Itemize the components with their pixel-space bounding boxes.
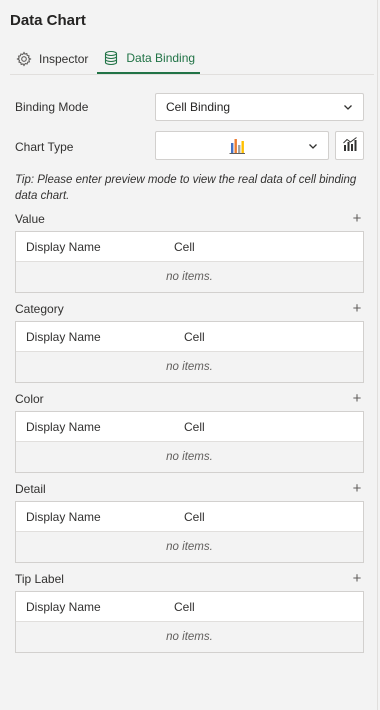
section-category-header: Category + [15,301,364,317]
grid-header: Display Name Cell [16,232,363,262]
tip-label-grid: Display Name Cell no items. [15,591,364,653]
empty-message: no items. [16,622,363,652]
chevron-down-icon [308,141,318,151]
category-grid: Display Name Cell no items. [15,321,364,383]
gear-icon [15,50,33,68]
section-tip-label-header: Tip Label + [15,571,364,587]
display-name-column-header: Display Name [26,599,101,614]
tab-data-binding[interactable]: Data Binding [97,44,201,74]
cell-column-header: Cell [184,509,205,524]
bar-chart-icon [166,137,308,155]
panel-title: Data Chart [10,12,86,29]
section-label: Value [15,212,45,226]
cell-column-header: Cell [174,599,195,614]
data-chart-panel: Data Chart Inspector Data Binding Bindin… [0,0,378,710]
chevron-down-icon [343,102,353,112]
add-icon[interactable]: + [350,301,364,316]
section-label: Color [15,392,44,406]
section-label: Detail [15,482,46,496]
tab-inspector[interactable]: Inspector [10,44,93,74]
add-icon[interactable]: + [350,571,364,586]
chart-type-label: Chart Type [15,140,74,154]
tab-data-binding-label: Data Binding [126,51,196,65]
binding-mode-select[interactable]: Cell Binding [155,93,364,121]
empty-message: no items. [16,352,363,382]
combo-chart-icon [342,136,358,155]
binding-mode-label: Binding Mode [15,100,89,114]
grid-header: Display Name Cell [16,502,363,532]
empty-message: no items. [16,262,363,292]
tabs-divider [10,74,374,75]
database-icon [102,49,120,67]
grid-header: Display Name Cell [16,592,363,622]
add-icon[interactable]: + [350,391,364,406]
cell-column-header: Cell [184,419,205,434]
binding-mode-value: Cell Binding [166,100,231,114]
detail-grid: Display Name Cell no items. [15,501,364,563]
section-color-header: Color + [15,391,364,407]
empty-message: no items. [16,442,363,472]
cell-column-header: Cell [184,329,205,344]
color-grid: Display Name Cell no items. [15,411,364,473]
section-label: Tip Label [15,572,64,586]
preview-tip: Tip: Please enter preview mode to view t… [15,174,357,202]
section-label: Category [15,302,64,316]
grid-header: Display Name Cell [16,322,363,352]
display-name-column-header: Display Name [26,509,101,524]
grid-header: Display Name Cell [16,412,363,442]
empty-message: no items. [16,532,363,562]
display-name-column-header: Display Name [26,239,101,254]
display-name-column-header: Display Name [26,329,101,344]
section-detail-header: Detail + [15,481,364,497]
panel-tabs: Inspector Data Binding [10,44,204,74]
cell-column-header: Cell [174,239,195,254]
tab-inspector-label: Inspector [39,52,89,66]
add-icon[interactable]: + [350,211,364,226]
display-name-column-header: Display Name [26,419,101,434]
value-grid: Display Name Cell no items. [15,231,364,293]
chart-type-select[interactable] [155,131,329,160]
chart-settings-button[interactable] [335,131,364,160]
section-value-header: Value + [15,211,364,227]
add-icon[interactable]: + [350,481,364,496]
